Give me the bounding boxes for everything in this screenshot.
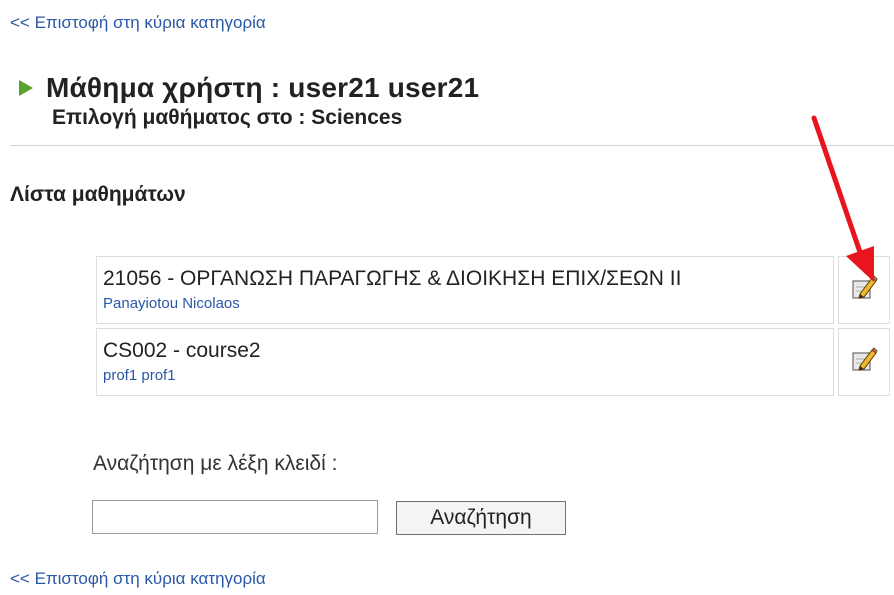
search-button[interactable]: Αναζήτηση xyxy=(396,501,566,535)
course-table: 21056 - ΟΡΓΑΝΩΣΗ ΠΑΡΑΓΩΓΗΣ & ΔΙΟΙΚΗΣΗ ΕΠ… xyxy=(92,252,894,400)
search-label: Αναζήτηση με λέξη κλειδί : xyxy=(93,452,338,475)
course-name: 21056 - ΟΡΓΑΝΩΣΗ ΠΑΡΑΓΩΓΗΣ & ΔΙΟΙΚΗΣΗ ΕΠ… xyxy=(103,267,682,290)
title-row: Μάθημα χρήστη : user21 user21 xyxy=(16,72,479,104)
table-row: CS002 - course2 prof1 prof1 xyxy=(96,328,890,396)
search-input[interactable] xyxy=(92,500,378,534)
course-professor-link[interactable]: Panayiotou Nicolaos xyxy=(103,294,827,314)
table-row: 21056 - ΟΡΓΑΝΩΣΗ ΠΑΡΑΓΩΓΗΣ & ΔΙΟΙΚΗΣΗ ΕΠ… xyxy=(96,256,890,324)
pencil-edit-icon[interactable] xyxy=(850,274,878,302)
page-subtitle: Επιλογή μαθήματος στο : Sciences xyxy=(52,106,403,129)
page: << Επιστοφή στη κύρια κατηγορία Μάθημα χ… xyxy=(0,0,894,595)
course-cell: 21056 - ΟΡΓΑΝΩΣΗ ΠΑΡΑΓΩΓΗΣ & ΔΙΟΙΚΗΣΗ ΕΠ… xyxy=(96,256,835,324)
course-cell: CS002 - course2 prof1 prof1 xyxy=(96,328,835,396)
course-professor-link[interactable]: prof1 prof1 xyxy=(103,366,827,386)
back-to-category-link-top[interactable]: << Επιστοφή στη κύρια κατηγορία xyxy=(10,13,266,33)
course-name: CS002 - course2 xyxy=(103,339,261,362)
edit-course-button[interactable] xyxy=(838,256,890,324)
pencil-edit-icon[interactable] xyxy=(850,346,878,374)
edit-course-button[interactable] xyxy=(838,328,890,396)
page-title: Μάθημα χρήστη : user21 user21 xyxy=(46,72,480,103)
back-to-category-link-bottom[interactable]: << Επιστοφή στη κύρια κατηγορία xyxy=(10,569,266,589)
title-block: Μάθημα χρήστη : user21 user21 Επιλογή μα… xyxy=(16,72,479,130)
play-arrow-icon xyxy=(19,80,33,96)
header-divider xyxy=(10,145,894,146)
course-list-heading: Λίστα μαθημάτων xyxy=(10,183,186,206)
